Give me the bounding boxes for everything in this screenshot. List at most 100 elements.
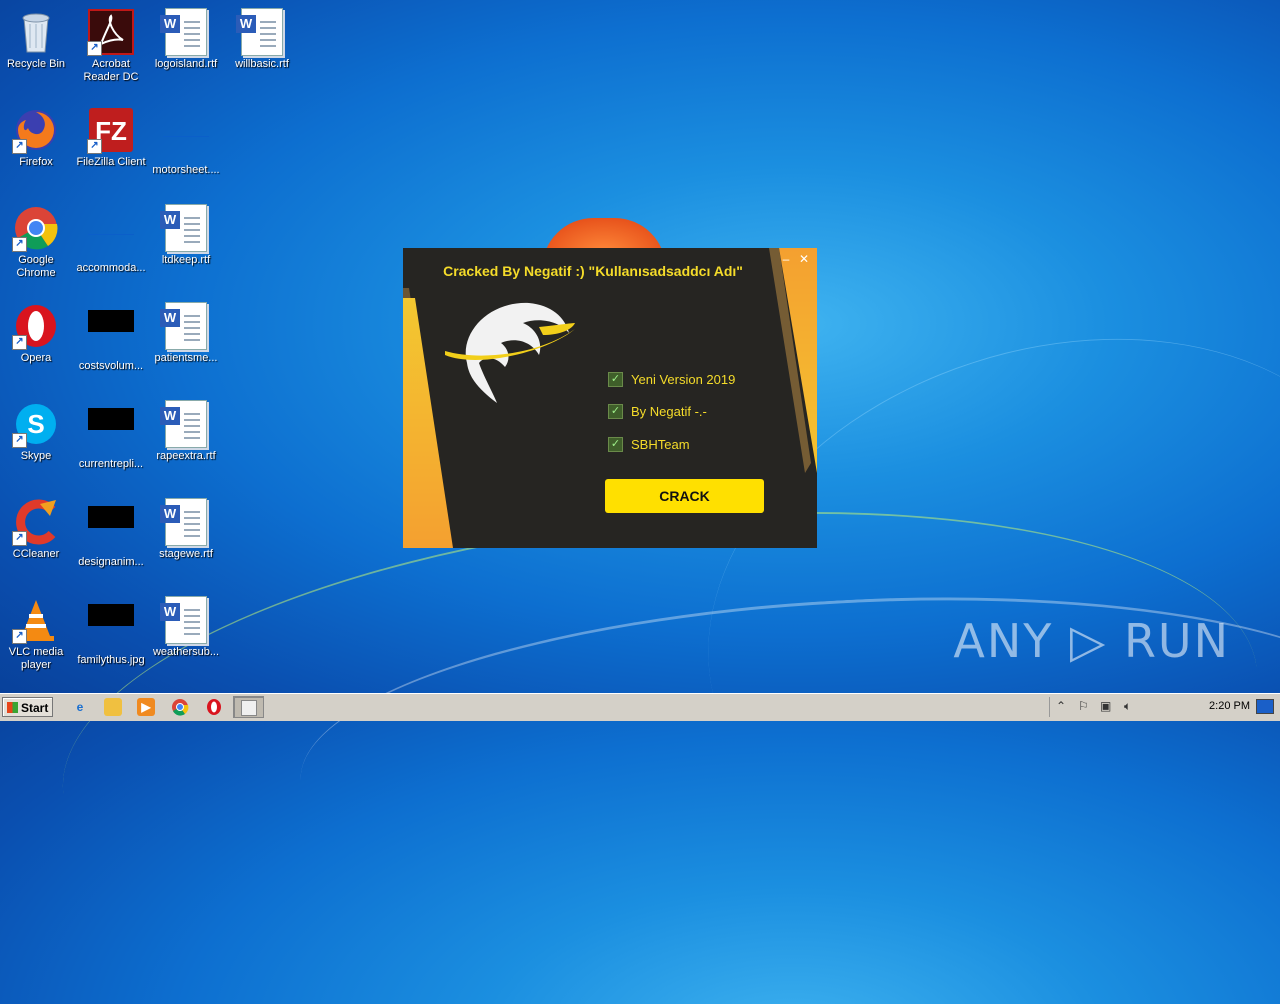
opera-icon: ↗ [12, 302, 60, 350]
desktop-icon-label: stagewe.rtf [159, 548, 213, 560]
image-icon [87, 310, 135, 358]
svg-text:S: S [27, 409, 44, 439]
taskbar-clock[interactable]: 2:20 PM [1209, 700, 1250, 712]
vlc-icon: ↗ [12, 596, 60, 644]
desktop-icon-willbasic[interactable]: W willbasic.rtf [224, 2, 300, 92]
checkbox-checked-icon[interactable]: ✓ [608, 403, 623, 419]
desktop-icon-vlc[interactable]: ↗ VLC media player [0, 590, 74, 680]
word-doc-icon: W [160, 498, 210, 546]
desktop-icon-label: willbasic.rtf [235, 58, 289, 70]
shortcut-arrow-icon: ↗ [12, 237, 27, 252]
desktop-icon-label: weathersub... [152, 646, 220, 658]
desktop-icon-recycle-bin[interactable]: Recycle Bin [0, 2, 74, 92]
checkbox-label: Yeni Version 2019 [631, 371, 736, 387]
close-button[interactable]: ✕ [797, 252, 811, 266]
chrome-icon: ↗ [12, 204, 60, 252]
action-center-flag-icon[interactable]: ⚐ [1078, 699, 1089, 713]
desktop-icon-label: Opera [20, 352, 52, 364]
shortcut-arrow-icon: ↗ [12, 433, 27, 448]
desktop-icon-acrobat[interactable]: ↗ Acrobat Reader DC [73, 2, 149, 92]
desktop-icon-designanim[interactable]: designanim... [73, 492, 149, 582]
desktop-icon-weathersub[interactable]: W weathersub... [148, 590, 224, 680]
desktop-icon-label: accommoda... [76, 262, 146, 274]
crack-dialog-window[interactable]: Cracked By Negatif :) "Kullanısadsaddcı … [403, 248, 817, 548]
taskbar: Start e ▶ ⌃ ⚐ ▣ 🔈︎ 2:20 PM [0, 693, 1280, 721]
firefox-icon: ↗ [12, 106, 60, 154]
desktop-icon-motorsheet[interactable]: motorsheet.... [148, 100, 224, 190]
show-desktop-button[interactable] [1256, 699, 1274, 714]
minimize-button[interactable]: – [779, 252, 793, 266]
desktop-icon-stagewe[interactable]: W stagewe.rtf [148, 492, 224, 582]
desktop-icon-rapeextra[interactable]: W rapeextra.rtf [148, 394, 224, 484]
desktop-icon-accommoda[interactable]: accommoda... [73, 198, 149, 288]
word-doc-icon: W [160, 400, 210, 448]
checkbox-label: By Negatif -.- [631, 403, 707, 419]
word-doc-icon: W [160, 596, 210, 644]
word-doc-icon: W [236, 8, 286, 56]
desktop-icon-chrome[interactable]: ↗ Google Chrome [0, 198, 74, 288]
opera-icon[interactable] [205, 698, 223, 716]
volume-icon[interactable]: 🔈︎ [1124, 699, 1131, 714]
desktop-icon-opera[interactable]: ↗ Opera [0, 296, 74, 386]
crack-button[interactable]: CRACK [605, 479, 764, 513]
desktop-icon-skype[interactable]: S ↗ Skype [0, 394, 74, 484]
shortcut-arrow-icon: ↗ [12, 531, 27, 546]
start-button[interactable]: Start [2, 697, 53, 717]
desktop-icon-logoisland[interactable]: W logoisland.rtf [148, 2, 224, 92]
start-label: Start [21, 701, 49, 715]
desktop-icon-label: rapeextra.rtf [156, 450, 216, 462]
tray-expand-icon[interactable]: ⌃ [1056, 699, 1066, 713]
image-icon [87, 604, 135, 652]
desktop-icon-label: FileZilla Client [76, 156, 146, 168]
desktop-icon-currentrepli[interactable]: currentrepli... [73, 394, 149, 484]
shortcut-arrow-icon: ↗ [12, 139, 27, 154]
system-tray: ⌃ ⚐ ▣ 🔈︎ [1049, 697, 1220, 717]
file-icon [162, 114, 210, 162]
running-app-icon [240, 700, 257, 716]
desktop-icon-label: Acrobat Reader DC [83, 58, 139, 83]
windows-logo-icon [7, 702, 18, 713]
ccleaner-icon: ↗ [12, 498, 60, 546]
checkbox-yeni-version[interactable]: ✓ Yeni Version 2019 [608, 370, 735, 388]
internet-explorer-icon[interactable]: e [71, 698, 89, 716]
network-icon[interactable]: ▣ [1100, 699, 1111, 713]
image-icon [87, 506, 135, 554]
media-player-icon[interactable]: ▶ [137, 698, 155, 716]
desktop-icon-label: Firefox [19, 156, 53, 168]
angel-halo-logo-icon [439, 293, 579, 413]
desktop-icon-label: Skype [20, 450, 52, 462]
checkbox-by-negatif[interactable]: ✓ By Negatif -.- [608, 402, 707, 420]
folder-icon[interactable] [104, 698, 122, 716]
checkbox-checked-icon[interactable]: ✓ [608, 371, 623, 387]
desktop-icon-firefox[interactable]: ↗ Firefox [0, 100, 74, 190]
filezilla-icon: FZ ↗ [87, 106, 135, 154]
checkbox-sbhteam[interactable]: ✓ SBHTeam [608, 435, 690, 453]
chrome-icon[interactable] [171, 698, 189, 716]
desktop-icon-label: Recycle Bin [6, 58, 66, 70]
dialog-title: Cracked By Negatif :) "Kullanısadsaddcı … [443, 263, 743, 279]
anyrun-watermark: ANY ▷ RUN [953, 614, 1230, 668]
desktop-icon-ltdkeep[interactable]: W ltdkeep.rtf [148, 198, 224, 288]
desktop-icon-label: Google Chrome [16, 254, 56, 279]
shortcut-arrow-icon: ↗ [87, 41, 102, 56]
desktop-icon-filezilla[interactable]: FZ ↗ FileZilla Client [73, 100, 149, 190]
desktop-icon-label: designanim... [78, 556, 144, 568]
desktop-icon-label: patientsme... [154, 352, 218, 364]
checkbox-checked-icon[interactable]: ✓ [608, 436, 623, 452]
desktop-icon-label: CCleaner [12, 548, 60, 560]
desktop-icon-label: currentrepli... [78, 458, 144, 470]
skype-icon: S ↗ [12, 400, 60, 448]
recycle-bin-icon [12, 8, 60, 56]
desktop-icon-label: logoisland.rtf [154, 58, 218, 70]
taskbar-running-app[interactable] [233, 696, 264, 718]
desktop-icon-label: costsvolum... [78, 360, 144, 372]
desktop-icon-patientsme[interactable]: W patientsme... [148, 296, 224, 386]
desktop-icon-ccleaner[interactable]: ↗ CCleaner [0, 492, 74, 582]
desktop-icon-costsvolum[interactable]: costsvolum... [73, 296, 149, 386]
desktop-icon-label: motorsheet.... [152, 164, 220, 176]
desktop-icon-label: familythus.jpg [77, 654, 145, 666]
desktop-icon-familythus[interactable]: familythus.jpg [73, 590, 149, 680]
word-doc-icon: W [160, 8, 210, 56]
word-doc-icon: W [160, 302, 210, 350]
acrobat-icon: ↗ [87, 8, 135, 56]
